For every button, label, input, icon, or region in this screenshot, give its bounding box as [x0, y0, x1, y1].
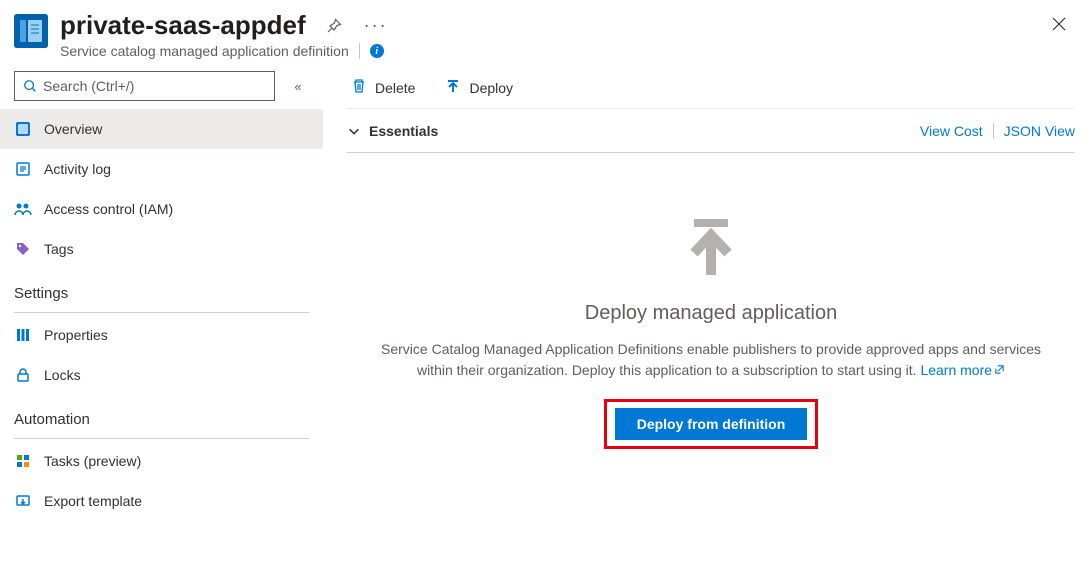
external-link-icon: [994, 364, 1005, 375]
empty-state-description: Service Catalog Managed Application Defi…: [381, 339, 1041, 381]
sidebar-item-activity-log[interactable]: Activity log: [0, 149, 323, 189]
upload-icon: [445, 78, 461, 97]
sidebar-item-tags[interactable]: Tags: [0, 229, 323, 269]
essentials-bar: Essentials View Cost JSON View: [347, 109, 1075, 153]
ellipsis-icon: ···: [364, 15, 388, 36]
sidebar-item-export-template[interactable]: Export template: [0, 481, 323, 521]
sidebar-item-properties[interactable]: Properties: [0, 315, 323, 355]
close-button[interactable]: [1045, 10, 1073, 38]
essentials-label: Essentials: [369, 123, 438, 139]
button-label: Delete: [375, 80, 415, 96]
pin-button[interactable]: [320, 12, 348, 40]
activity-log-icon: [14, 160, 32, 178]
empty-state: Deploy managed application Service Catal…: [347, 153, 1075, 564]
divider: [14, 438, 309, 439]
main-content: Delete Deploy Essentials View Cost JSON …: [323, 65, 1091, 564]
people-icon: [14, 200, 32, 218]
sidebar-item-label: Tags: [44, 241, 74, 257]
view-cost-link[interactable]: View Cost: [920, 123, 983, 139]
search-icon: [23, 79, 37, 93]
sidebar-item-label: Locks: [44, 367, 81, 383]
json-view-link[interactable]: JSON View: [1004, 123, 1075, 139]
button-label: Deploy: [469, 80, 513, 96]
divider: [359, 43, 360, 59]
sidebar-item-overview[interactable]: Overview: [0, 109, 323, 149]
deploy-from-definition-button[interactable]: Deploy from definition: [615, 408, 808, 440]
sidebar-item-label: Access control (IAM): [44, 201, 173, 217]
learn-more-link[interactable]: Learn more: [920, 362, 1005, 378]
sidebar-item-label: Activity log: [44, 161, 111, 177]
pin-icon: [326, 18, 342, 34]
properties-icon: [14, 326, 32, 344]
tasks-icon: [14, 452, 32, 470]
lock-icon: [14, 366, 32, 384]
divider: [14, 312, 309, 313]
sidebar-item-locks[interactable]: Locks: [0, 355, 323, 395]
trash-icon: [351, 78, 367, 97]
export-template-icon: [14, 492, 32, 510]
command-bar: Delete Deploy: [347, 65, 1075, 109]
sidebar-item-label: Overview: [44, 121, 102, 137]
sidebar-item-label: Tasks (preview): [44, 453, 141, 469]
sidebar-section-automation: Automation: [0, 395, 323, 434]
chevron-down-icon: [347, 124, 361, 138]
overview-icon: [14, 120, 32, 138]
more-button[interactable]: ···: [362, 12, 390, 40]
sidebar-item-label: Properties: [44, 327, 108, 343]
sidebar-section-settings: Settings: [0, 269, 323, 308]
essentials-toggle[interactable]: Essentials: [347, 123, 438, 139]
divider: [993, 123, 994, 139]
chevron-double-left-icon: «: [294, 79, 301, 94]
sidebar: « Overview Activity log Access control (…: [0, 65, 323, 564]
empty-state-title: Deploy managed application: [585, 302, 837, 325]
deploy-button[interactable]: Deploy: [441, 72, 517, 104]
search-input[interactable]: [43, 78, 266, 94]
close-icon: [1051, 16, 1067, 32]
delete-button[interactable]: Delete: [347, 72, 419, 104]
sidebar-item-access-control[interactable]: Access control (IAM): [0, 189, 323, 229]
upload-large-icon: [676, 215, 746, 288]
resource-type-label: Service catalog managed application defi…: [60, 43, 349, 59]
info-icon[interactable]: i: [370, 44, 384, 58]
sidebar-item-tasks[interactable]: Tasks (preview): [0, 441, 323, 481]
resource-type-icon: [14, 14, 48, 48]
collapse-sidebar-button[interactable]: «: [287, 75, 309, 97]
tag-icon: [14, 240, 32, 258]
sidebar-item-label: Export template: [44, 493, 142, 509]
search-box[interactable]: [14, 71, 275, 101]
highlight-box: Deploy from definition: [604, 399, 819, 449]
page-title: private-saas-appdef: [60, 10, 306, 41]
blade-header: private-saas-appdef ··· Service catalog …: [0, 0, 1091, 65]
